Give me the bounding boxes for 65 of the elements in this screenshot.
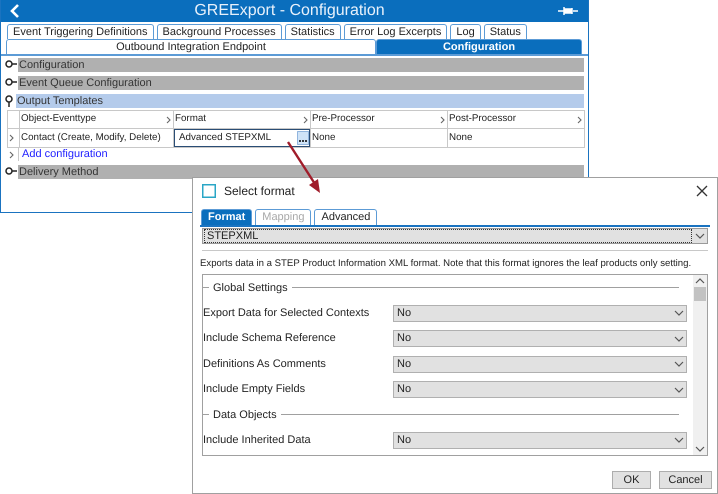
setting-label: Include Inherited Data xyxy=(203,432,312,448)
tab[interactable]: Error Log Excerpts xyxy=(344,24,448,39)
column-label: Object-Eventtype xyxy=(21,112,96,126)
chevron-down-icon xyxy=(672,436,686,444)
column-label: Post-Processor xyxy=(449,112,516,126)
row-marker-icon xyxy=(9,134,15,142)
pin-icon[interactable] xyxy=(5,167,17,177)
pin-icon[interactable] xyxy=(5,78,17,88)
table-cell: None xyxy=(310,128,448,148)
section-header[interactable]: Delivery Method xyxy=(18,165,584,179)
cell-value: Advanced STEPXML xyxy=(178,130,272,145)
tab[interactable]: Log xyxy=(450,24,481,39)
tab: Mapping xyxy=(255,209,312,225)
chevron-down-icon xyxy=(693,232,707,240)
chevron-icon xyxy=(577,116,583,124)
add-configuration-link[interactable]: Add configuration xyxy=(19,146,108,163)
back-icon[interactable] xyxy=(9,4,21,18)
chevron-down-icon xyxy=(672,360,686,368)
setting-label: Include Empty Fields xyxy=(203,382,306,398)
row-marker-icon xyxy=(9,150,15,158)
section-header[interactable]: Output Templates xyxy=(16,94,584,108)
dialog-title: Select format xyxy=(224,183,296,200)
tab[interactable]: Statistics xyxy=(284,24,341,39)
scrollbar-thumb[interactable] xyxy=(694,287,706,302)
chevron-down-icon xyxy=(672,309,686,318)
table-cell: None xyxy=(448,128,584,148)
chevron-down-icon xyxy=(672,386,686,394)
pin-icon[interactable] xyxy=(5,95,15,107)
tab[interactable]: Advanced xyxy=(314,209,378,225)
tab[interactable]: Background Processes xyxy=(156,24,282,39)
setting-label: Include Schema Reference xyxy=(203,331,337,346)
description-text: Exports data in a STEP Product Information XML format. Note that this format ignores the leaf products only setting. xyxy=(200,257,692,271)
setting-dropdown[interactable]: No xyxy=(393,330,687,348)
chevron-icon xyxy=(440,116,446,124)
tab[interactable]: Event Triggering Definitions xyxy=(7,24,154,39)
chevron-down-icon xyxy=(672,334,686,343)
setting-dropdown[interactable]: No xyxy=(393,304,687,322)
section-header[interactable]: Event Queue Configuration xyxy=(18,76,584,90)
setting-label: Definitions As Comments xyxy=(203,356,327,372)
column-label: Format xyxy=(175,112,206,126)
tab[interactable]: Status xyxy=(484,24,527,39)
close-icon[interactable] xyxy=(696,185,708,197)
window-title: GREExport - Configuration xyxy=(193,1,386,21)
window-icon xyxy=(202,184,216,198)
format-dropdown[interactable]: STEPXML xyxy=(202,228,708,244)
cell-editor[interactable]: Advanced STEPXML xyxy=(174,130,310,146)
column-label: Pre-Processor xyxy=(312,112,375,126)
tab[interactable]: Configuration xyxy=(376,39,582,54)
ok-button[interactable]: OK xyxy=(612,471,651,490)
cancel-button[interactable]: Cancel xyxy=(659,471,712,490)
scrollbar[interactable] xyxy=(693,275,707,456)
ellipsis-button[interactable] xyxy=(297,131,309,145)
setting-label: Export Data for Selected Contexts xyxy=(203,306,370,321)
chevron-icon xyxy=(166,116,172,124)
tab[interactable]: Outbound Integration Endpoint xyxy=(6,39,376,54)
setting-dropdown[interactable]: No xyxy=(393,356,687,373)
section-header[interactable]: Configuration xyxy=(18,58,584,72)
pin-icon[interactable] xyxy=(5,60,17,70)
setting-dropdown[interactable]: No xyxy=(393,432,687,449)
setting-dropdown[interactable]: No xyxy=(393,381,687,398)
chevron-icon xyxy=(303,116,309,124)
tab[interactable]: Format xyxy=(201,209,252,225)
table-cell: Contact (Create, Modify, Delete) xyxy=(20,128,174,148)
group-label: Data Objects xyxy=(212,408,278,423)
group-label: Global Settings xyxy=(212,280,289,296)
